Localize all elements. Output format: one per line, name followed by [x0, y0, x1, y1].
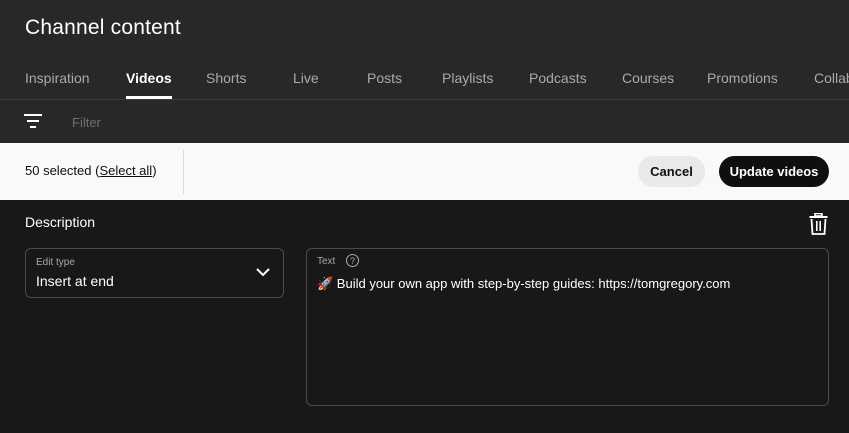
tab-playlists[interactable]: Playlists — [442, 70, 493, 86]
close-paren: ) — [152, 163, 157, 178]
page-title: Channel content — [25, 16, 181, 39]
edit-type-value: Insert at end — [36, 273, 114, 289]
tab-shorts[interactable]: Shorts — [206, 70, 246, 86]
header-area: Channel content Inspiration Videos Short… — [0, 0, 849, 143]
tab-courses[interactable]: Courses — [622, 70, 674, 86]
selected-count-text: 50 selected ( — [25, 163, 100, 178]
selection-count: 50 selected (Select all) — [25, 163, 157, 178]
description-text-value[interactable]: 🚀 Build your own app with step-by-step g… — [317, 276, 730, 292]
update-videos-button[interactable]: Update videos — [719, 156, 829, 187]
tab-posts[interactable]: Posts — [367, 70, 402, 86]
edit-type-label: Edit type — [36, 257, 75, 268]
tab-videos[interactable]: Videos — [126, 70, 172, 99]
chevron-down-icon — [256, 268, 270, 277]
trash-icon[interactable] — [809, 213, 828, 235]
tab-promotions[interactable]: Promotions — [707, 70, 778, 86]
tab-collab[interactable]: Collab — [814, 70, 849, 86]
tab-bar: Inspiration Videos Shorts Live Posts Pla… — [0, 60, 849, 100]
tab-inspiration[interactable]: Inspiration — [25, 70, 90, 86]
description-text-field[interactable]: Text ? 🚀 Build your own app with step-by… — [306, 248, 829, 406]
tab-live[interactable]: Live — [293, 70, 319, 86]
edit-type-select[interactable]: Edit type Insert at end — [25, 248, 284, 298]
tab-podcasts[interactable]: Podcasts — [529, 70, 587, 86]
description-heading: Description — [25, 214, 96, 230]
text-label: Text — [317, 256, 336, 267]
selection-bar: 50 selected (Select all) Cancel Update v… — [0, 143, 849, 200]
help-icon[interactable]: ? — [346, 254, 359, 267]
divider — [183, 150, 184, 194]
filter-input[interactable]: Filter — [72, 115, 101, 130]
cancel-button[interactable]: Cancel — [638, 156, 705, 187]
filter-icon[interactable] — [24, 114, 42, 128]
select-all-link[interactable]: Select all — [99, 163, 152, 178]
